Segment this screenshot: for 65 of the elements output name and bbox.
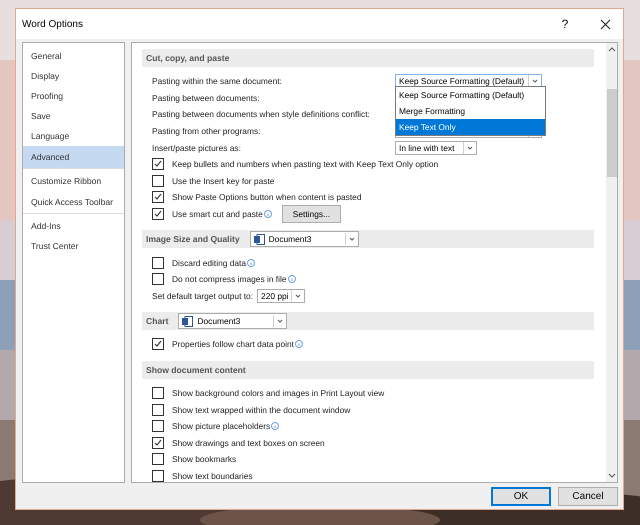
settings-button[interactable]: Settings...: [282, 205, 342, 224]
dropdown[interactable]: 220 ppi: [257, 288, 306, 303]
dropdown-option[interactable]: Keep Source Formatting (Default): [396, 87, 545, 103]
dialog-button[interactable]: OK: [491, 486, 551, 506]
scrollbar-thumb[interactable]: [606, 88, 616, 176]
checkbox-label: Show Paste Options button when content is pasted: [172, 192, 362, 202]
window-title: Word Options: [22, 18, 84, 30]
checkbox-label: Properties follow chart data point: [172, 339, 294, 350]
field-label: Pasting between documents when style definitions conflict:: [152, 109, 371, 120]
sidebar-item[interactable]: Language: [23, 126, 124, 146]
sidebar-item[interactable]: Display: [23, 66, 124, 86]
sidebar-item[interactable]: Advanced: [23, 146, 124, 169]
section-title: Show document content: [146, 364, 246, 375]
scroll-up-icon[interactable]: [608, 46, 616, 52]
checkbox[interactable]: [152, 387, 164, 400]
checkbox-label: Show text wrapped within the document window: [172, 404, 350, 415]
field-label: Pasting from other programs:: [152, 126, 262, 136]
section-title: Image Size and Quality: [146, 234, 240, 244]
document-icon: [182, 316, 194, 327]
document-dropdown[interactable]: Document3: [178, 313, 288, 330]
sidebar-item[interactable]: Add-Ins: [23, 216, 124, 236]
checkbox[interactable]: [152, 273, 164, 286]
checkbox[interactable]: [152, 256, 164, 269]
section-title: Chart: [146, 316, 168, 326]
checkbox[interactable]: [152, 208, 164, 220]
document-icon: [254, 234, 265, 245]
checkbox[interactable]: [152, 404, 164, 416]
section-title: Cut, copy, and paste: [146, 53, 230, 63]
checkbox-label: Use smart cut and paste: [172, 209, 263, 220]
field-label: Insert/paste pictures as:: [152, 142, 242, 153]
help-button[interactable]: ?: [547, 10, 583, 38]
sidebar-item[interactable]: Proofing: [23, 86, 124, 106]
checkbox[interactable]: [152, 191, 164, 204]
checkbox-label: Show picture placeholders: [172, 421, 270, 432]
sidebar-item[interactable]: Quick Access Toolbar: [23, 191, 124, 214]
checkbox-label: Show drawings and text boxes on screen: [172, 438, 325, 448]
field-label: Set default target output to:: [152, 290, 254, 301]
close-icon: [600, 18, 610, 30]
checkbox[interactable]: [152, 338, 164, 350]
checkbox[interactable]: [152, 470, 164, 482]
checkbox[interactable]: [152, 436, 164, 449]
sidebar-item[interactable]: Customize Ribbon: [23, 171, 124, 191]
checkbox-label: Use the Insert key for paste: [172, 176, 274, 186]
dropdown-option[interactable]: Keep Text Only: [396, 119, 545, 135]
sidebar-item[interactable]: General: [23, 46, 124, 66]
dropdown-option[interactable]: Merge Formatting: [396, 103, 545, 119]
document-dropdown[interactable]: Document3: [250, 231, 359, 248]
sidebar-item[interactable]: Trust Center: [23, 236, 124, 256]
checkbox-label: Do not compress images in file: [172, 274, 287, 284]
checkbox[interactable]: [152, 174, 164, 187]
checkbox-label: Show text boundaries: [172, 470, 253, 481]
checkbox[interactable]: [152, 158, 164, 170]
dropdown[interactable]: In line with text: [395, 140, 477, 155]
scrollbar[interactable]: [606, 43, 617, 482]
checkbox[interactable]: [152, 453, 164, 466]
checkbox-label: Discard editing data: [172, 258, 246, 268]
dialog-button[interactable]: Cancel: [558, 486, 618, 506]
scroll-down-icon[interactable]: [608, 473, 616, 479]
field-label: Pasting within the same document:: [152, 76, 283, 86]
sidebar-item[interactable]: Save: [23, 106, 124, 126]
checkbox-label: Show bookmarks: [172, 454, 236, 464]
checkbox[interactable]: [152, 420, 164, 432]
field-label: Pasting between documents:: [152, 92, 261, 103]
checkbox-label: Keep bullets and numbers when pasting text with Keep Text Only option: [172, 159, 438, 170]
checkbox-label: Show background colors and images in Print Layout view: [172, 388, 384, 398]
